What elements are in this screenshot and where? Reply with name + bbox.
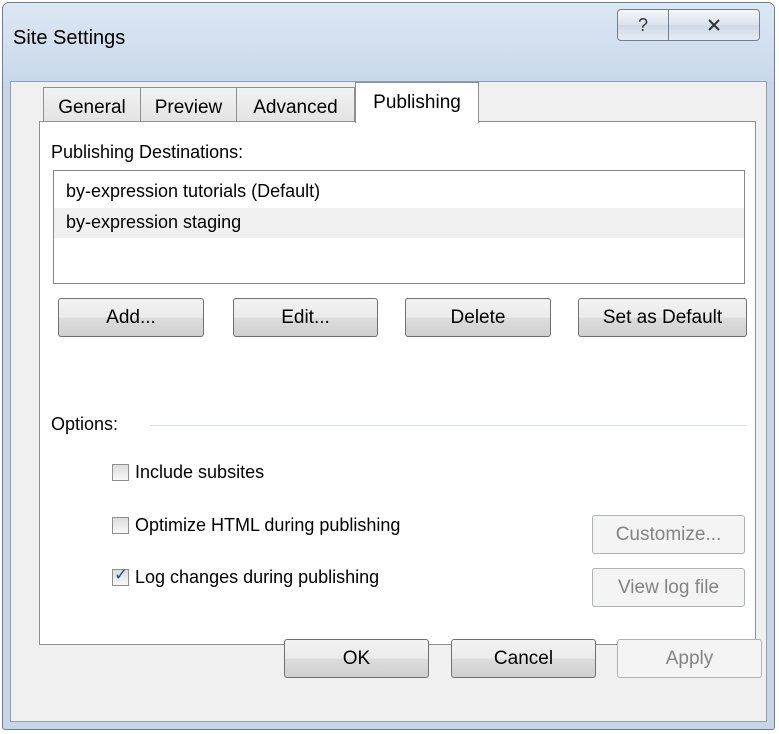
log-changes-checkbox[interactable]: ✓: [112, 565, 129, 586]
tab-publishing[interactable]: Publishing: [355, 82, 479, 123]
customize-button[interactable]: Customize...: [592, 515, 745, 554]
optimize-html-option[interactable]: Optimize HTML during publishing: [112, 515, 400, 536]
add-button[interactable]: Add...: [58, 298, 204, 337]
optimize-html-label: Optimize HTML during publishing: [135, 515, 401, 535]
destinations-label: Publishing Destinations:: [51, 142, 244, 162]
include-subsites-option[interactable]: Include subsites: [112, 462, 264, 483]
set-as-default-button[interactable]: Set as Default: [578, 298, 747, 337]
title-bar: Site Settings ?: [3, 3, 774, 81]
destinations-list[interactable]: by-expression tutorials (Default) by-exp…: [53, 170, 745, 284]
site-settings-dialog: Site Settings ? General Preview Advanced…: [2, 2, 775, 730]
tab-preview[interactable]: Preview: [140, 87, 237, 122]
optimize-html-checkbox[interactable]: [112, 517, 129, 534]
options-divider: [150, 425, 747, 426]
tab-preview-label: Preview: [154, 97, 223, 118]
publishing-panel: Publishing Destinations: by-expression t…: [39, 121, 756, 645]
cancel-button[interactable]: Cancel: [451, 639, 596, 678]
tab-publishing-label: Publishing: [373, 92, 461, 113]
list-item[interactable]: by-expression tutorials (Default): [54, 177, 744, 207]
tab-general[interactable]: General: [43, 87, 141, 122]
delete-button[interactable]: Delete: [405, 298, 551, 337]
ok-button[interactable]: OK: [284, 639, 429, 678]
apply-button[interactable]: Apply: [617, 639, 762, 678]
log-changes-label: Log changes during publishing: [135, 567, 380, 587]
checkmark-icon: ✓: [114, 565, 129, 584]
dialog-title: Site Settings: [13, 27, 126, 49]
destination-label: by-expression staging: [66, 212, 242, 232]
close-button[interactable]: [668, 9, 760, 41]
options-label: Options:: [51, 414, 119, 434]
list-item[interactable]: by-expression staging: [54, 208, 744, 238]
include-subsites-checkbox[interactable]: [112, 464, 129, 481]
view-log-file-button[interactable]: View log file: [592, 568, 745, 607]
log-changes-option[interactable]: ✓ Log changes during publishing: [112, 565, 380, 588]
help-button[interactable]: ?: [617, 9, 669, 41]
dialog-client-area: General Preview Advanced Publishing Publ…: [10, 81, 767, 722]
close-icon: [708, 19, 720, 31]
tab-advanced-label: Advanced: [253, 97, 338, 118]
tab-general-label: General: [58, 97, 126, 118]
edit-button[interactable]: Edit...: [233, 298, 378, 337]
tab-advanced[interactable]: Advanced: [236, 87, 355, 122]
destination-label: by-expression tutorials (Default): [66, 181, 321, 201]
help-icon: ?: [637, 14, 648, 35]
include-subsites-label: Include subsites: [135, 462, 265, 482]
